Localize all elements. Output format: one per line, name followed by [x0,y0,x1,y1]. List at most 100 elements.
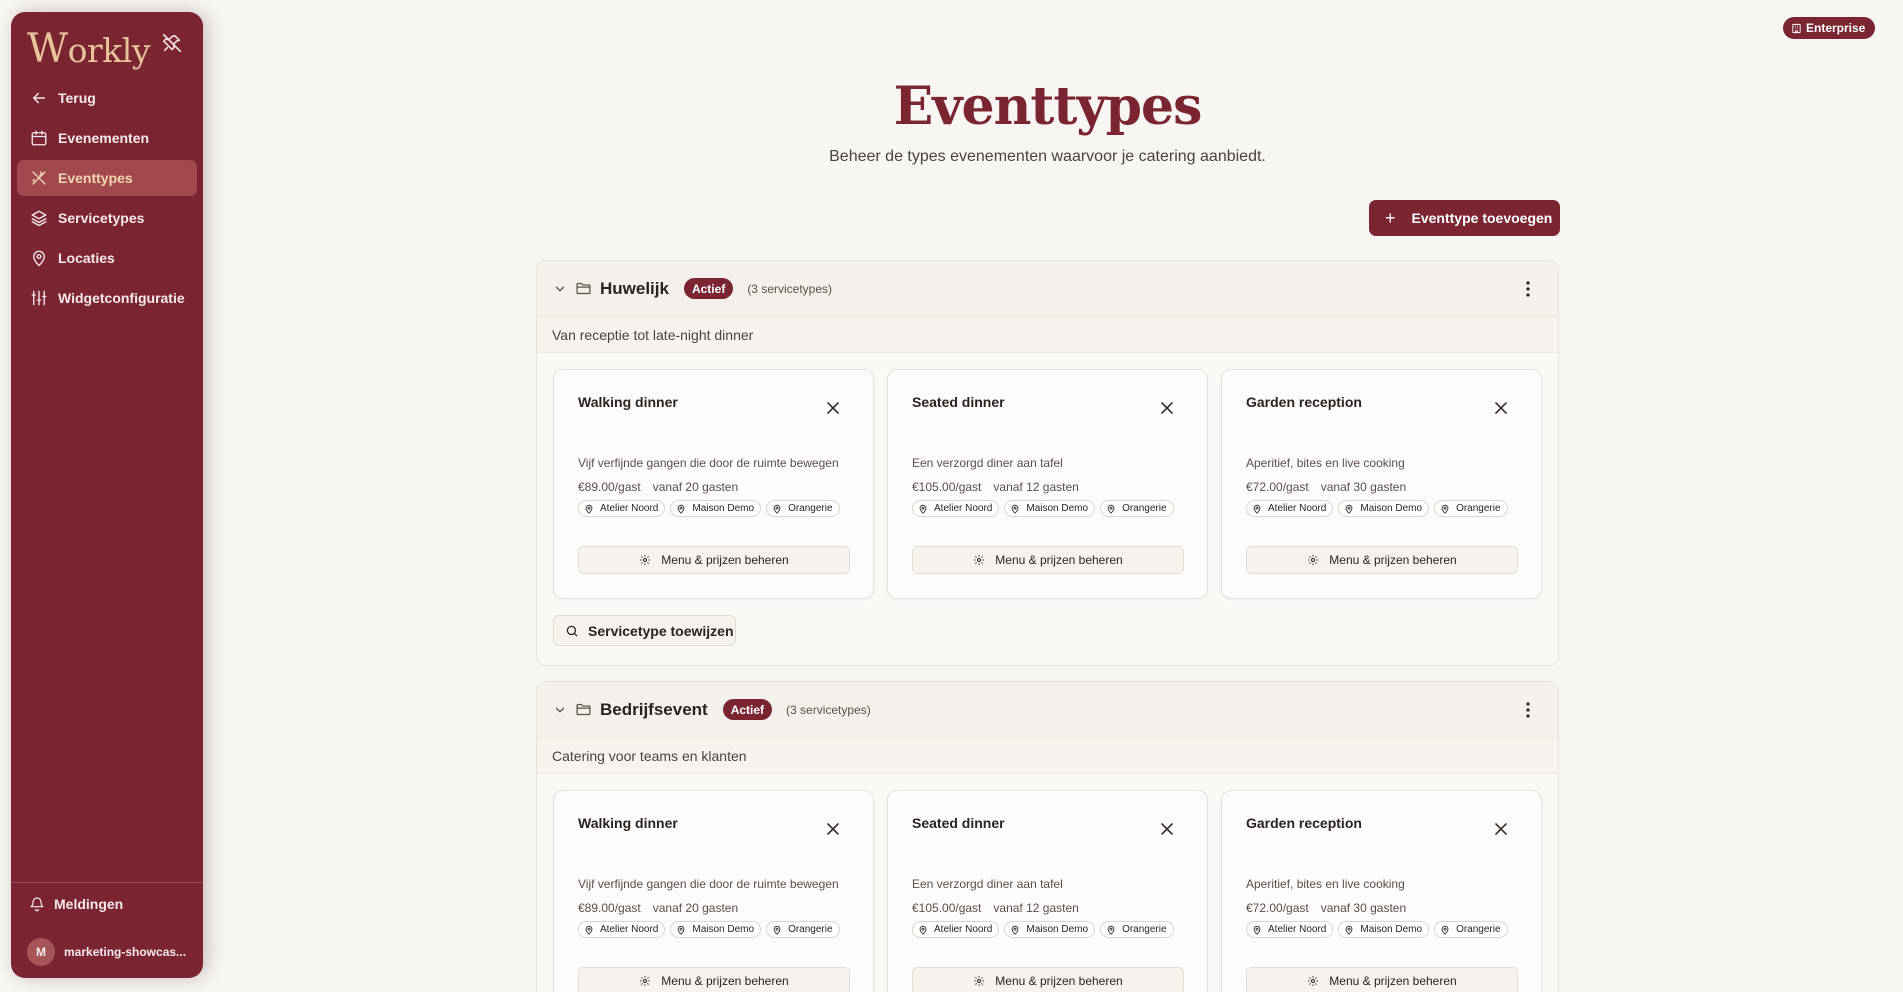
group-name: Bedrijfsevent [600,699,708,719]
servicetype-card: Walking dinner Vijf verfijnde gangen die… [553,790,874,992]
map-pin-icon [585,925,593,935]
map-pin-icon [1253,504,1261,514]
sidebar-item-evenementen[interactable]: Evenementen [17,120,197,156]
card-description: Een verzorgd diner aan tafel [912,877,1063,891]
utensils-icon [32,171,46,185]
close-icon[interactable] [1161,402,1173,414]
add-eventtype-button[interactable]: + Eventtype toevoegen [1369,200,1560,236]
sidebar-item-label: Servicetypes [58,210,145,226]
manage-menu-button[interactable]: Menu & prijzen beheren [912,967,1184,992]
more-options-icon[interactable] [1526,281,1530,297]
card-pricing: €105.00/gast vanaf 12 gasten [912,901,1079,915]
location-chip: Maison Demo [1004,500,1096,517]
sidebar-item-servicetypes[interactable]: Servicetypes [17,200,197,236]
unpin-icon[interactable] [161,32,183,54]
card-description: Aperitief, bites en live cooking [1246,456,1405,470]
card-title: Garden reception [1246,815,1362,831]
location-chip: Orangerie [766,500,840,517]
card-title: Walking dinner [578,394,678,410]
card-pricing: €89.00/gast vanaf 20 gasten [578,901,739,915]
group-header[interactable]: Bedrijfsevent Actief (3 servicetypes) [537,682,1558,738]
servicetype-card: Seated dinner Een verzorgd diner aan taf… [887,369,1208,599]
notifications-label: Meldingen [54,896,124,912]
location-chip: Atelier Noord [578,921,666,938]
more-options-icon[interactable] [1526,702,1530,718]
sidebar-item-label: Widgetconfiguratie [58,290,185,306]
location-chips: Atelier Noord Maison Demo Orangerie [912,921,1192,938]
location-chips: Atelier Noord Maison Demo Orangerie [578,921,858,938]
location-chip: Maison Demo [1338,921,1430,938]
manage-menu-button[interactable]: Menu & prijzen beheren [1246,546,1518,574]
settings-icon [640,976,651,986]
assign-servicetype-button[interactable]: Servicetype toewijzen [553,615,736,646]
bell-icon [30,897,44,912]
close-icon[interactable] [827,823,839,835]
map-pin-icon [1345,925,1353,935]
user-menu[interactable]: M marketing-showcas... [27,938,186,966]
location-chip: Atelier Noord [578,500,666,517]
map-pin-icon [773,504,781,514]
card-title: Seated dinner [912,815,1005,831]
location-chips: Atelier Noord Maison Demo Orangerie [912,500,1192,517]
servicetype-count: (3 servicetypes) [747,281,833,296]
manage-menu-button[interactable]: Menu & prijzen beheren [578,967,850,992]
location-chip: Maison Demo [1338,500,1430,517]
status-badge: Actief [722,699,773,720]
eventtype-group: Huwelijk Actief (3 servicetypes) Van rec… [536,260,1559,666]
notifications-link[interactable]: Meldingen [29,896,123,912]
close-icon[interactable] [1495,823,1507,835]
location-chip: Orangerie [1100,921,1174,938]
map-pin-icon [1011,504,1019,514]
map-pin-icon [1345,504,1353,514]
location-chips: Atelier Noord Maison Demo Orangerie [1246,500,1526,517]
chevron-down-icon[interactable] [553,703,567,717]
page-subtitle: Beheer de types evenementen waarvoor je … [829,148,1266,165]
manage-menu-button[interactable]: Menu & prijzen beheren [578,546,850,574]
map-pin-icon [919,925,927,935]
settings-icon [974,555,985,565]
card-pricing: €105.00/gast vanaf 12 gasten [912,480,1079,494]
sidebar-item-label: Eventtypes [58,170,133,186]
card-description: Vijf verfijnde gangen die door de ruimte… [578,456,839,470]
map-pin-icon [585,504,593,514]
location-chip: Atelier Noord [1246,921,1334,938]
status-badge: Actief [683,278,734,299]
group-header[interactable]: Huwelijk Actief (3 servicetypes) [537,261,1558,317]
settings-icon [640,555,651,565]
group-description: Van receptie tot late-night dinner [537,317,1558,353]
sidebar: Workly Terug Evenementen Eventtypes Serv… [11,12,203,978]
layers-icon [31,210,47,227]
map-pin-icon [1441,925,1449,935]
close-icon[interactable] [827,402,839,414]
card-description: Aperitief, bites en live cooking [1246,877,1405,891]
card-title: Seated dinner [912,394,1005,410]
sidebar-nav: Terug Evenementen Eventtypes Servicetype… [17,80,197,320]
plus-icon: + [1385,207,1396,228]
sidebar-item-locaties[interactable]: Locaties [17,240,197,276]
settings-icon [1308,976,1319,986]
close-icon[interactable] [1161,823,1173,835]
location-chip: Atelier Noord [912,500,1000,517]
card-title: Walking dinner [578,815,678,831]
app-logo[interactable]: Workly [27,26,150,72]
card-pricing: €89.00/gast vanaf 20 gasten [578,480,739,494]
location-chip: Orangerie [766,921,840,938]
close-icon[interactable] [1495,402,1507,414]
group-description: Catering voor teams en klanten [537,738,1558,774]
manage-menu-button[interactable]: Menu & prijzen beheren [1246,967,1518,992]
chevron-down-icon[interactable] [553,282,567,296]
sidebar-item-widgetconfiguratie[interactable]: Widgetconfiguratie [17,280,197,316]
manage-menu-button[interactable]: Menu & prijzen beheren [912,546,1184,574]
sidebar-item-label: Evenementen [58,130,150,146]
servicetype-cards: Walking dinner Vijf verfijnde gangen die… [537,774,1558,992]
map-pin-icon [1011,925,1019,935]
card-pricing: €72.00/gast vanaf 30 gasten [1246,480,1407,494]
search-icon [566,625,578,636]
sidebar-item-eventtypes[interactable]: Eventtypes [17,160,197,196]
location-chips: Atelier Noord Maison Demo Orangerie [578,500,858,517]
sidebar-item-terug[interactable]: Terug [17,80,197,116]
sidebar-item-label: Locaties [58,250,115,266]
servicetype-count: (3 servicetypes) [786,702,871,717]
map-pin-icon [1253,925,1261,935]
sliders-icon [31,290,47,306]
